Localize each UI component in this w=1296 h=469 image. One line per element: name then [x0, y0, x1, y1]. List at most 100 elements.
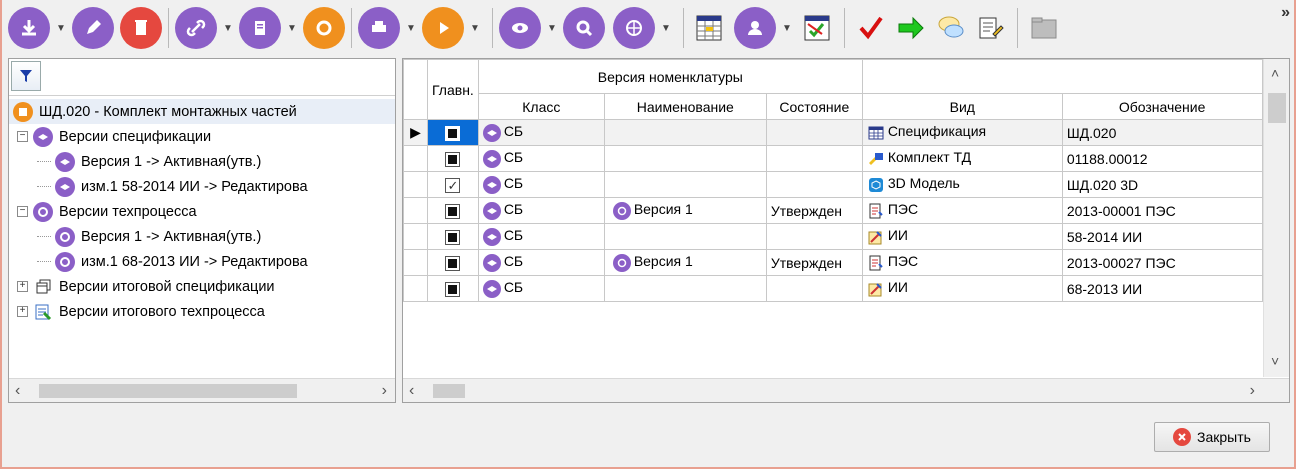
scroll-right-icon[interactable]: ›	[382, 382, 387, 400]
table-row[interactable]: СБ Версия 1 Утвержден ПЭС 2013-00027 ПЭС	[403, 249, 1263, 276]
spreadsheet-icon[interactable]	[690, 8, 730, 48]
name-cell[interactable]: Версия 1	[603, 197, 767, 224]
printer-dropdown[interactable]: ▼	[400, 7, 422, 49]
scroll-left-icon[interactable]: ‹	[15, 382, 20, 400]
checkmark-icon[interactable]	[851, 8, 891, 48]
main-version-cell[interactable]	[427, 197, 479, 224]
main-checkbox[interactable]	[445, 203, 461, 219]
link-dropdown[interactable]: ▼	[217, 7, 239, 49]
class-cell[interactable]: СБ	[477, 119, 605, 146]
expand-icon[interactable]: +	[17, 281, 28, 292]
main-version-cell[interactable]	[427, 249, 479, 276]
kind-cell[interactable]: ПЭС	[861, 249, 1063, 276]
state-cell[interactable]: Утвержден	[765, 197, 863, 224]
kind-cell[interactable]: Комплект ТД	[861, 145, 1063, 172]
table-row[interactable]: СБ Комплект ТД 01188.00012	[403, 145, 1263, 172]
eye-dropdown[interactable]: ▼	[541, 7, 563, 49]
collapse-icon[interactable]: −	[17, 131, 28, 142]
kind-cell[interactable]: ПЭС	[861, 197, 1063, 224]
filter-icon[interactable]	[11, 61, 41, 91]
main-version-cell[interactable]	[427, 223, 479, 250]
state-cell[interactable]	[765, 171, 863, 198]
tree-node-root[interactable]: ШД.020 - Комплект монтажных частей	[9, 99, 395, 124]
class-cell[interactable]: СБ	[477, 197, 605, 224]
chat-bubble-icon[interactable]	[931, 8, 971, 48]
main-checkbox[interactable]: ✓	[445, 177, 461, 193]
state-cell[interactable]	[765, 275, 863, 302]
checklist-icon[interactable]	[798, 8, 838, 48]
clipboard-icon[interactable]	[239, 7, 281, 49]
column-header-name[interactable]: Наименование	[603, 93, 767, 120]
kind-cell[interactable]: Спецификация	[861, 119, 1063, 146]
scroll-down-icon[interactable]: ˅	[1271, 353, 1279, 369]
name-cell[interactable]: Версия 1	[603, 249, 767, 276]
main-checkbox[interactable]	[445, 229, 461, 245]
globe-icon[interactable]	[613, 7, 655, 49]
table-row[interactable]: СБ ИИ 68-2013 ИИ	[403, 275, 1263, 302]
user-dropdown[interactable]: ▼	[776, 7, 798, 49]
name-cell[interactable]	[603, 145, 767, 172]
class-cell[interactable]: СБ	[477, 275, 605, 302]
clipboard-dropdown[interactable]: ▼	[281, 7, 303, 49]
name-cell[interactable]	[603, 275, 767, 302]
main-checkbox[interactable]	[445, 125, 461, 141]
download-dropdown[interactable]: ▼	[50, 7, 72, 49]
toolbar-overflow-icon[interactable]: »	[1281, 4, 1290, 22]
eye-icon[interactable]	[499, 7, 541, 49]
scroll-thumb[interactable]	[433, 384, 465, 398]
document-edit-icon[interactable]	[971, 8, 1011, 48]
trash-icon[interactable]	[120, 7, 162, 49]
table-row[interactable]: ✓ СБ 3D Модель ШД.020 3D	[403, 171, 1263, 198]
table-row[interactable]: СБ ИИ 58-2014 ИИ	[403, 223, 1263, 250]
tree-node-tech-version-1[interactable]: Версия 1 -> Активная(утв.)	[9, 224, 395, 249]
kind-cell[interactable]: 3D Модель	[861, 171, 1063, 198]
link-icon[interactable]	[175, 7, 217, 49]
column-header-code[interactable]: Обозначение	[1061, 93, 1263, 120]
expand-icon[interactable]: +	[17, 306, 28, 317]
folder-icon[interactable]	[1024, 8, 1064, 48]
user-icon[interactable]	[734, 7, 776, 49]
kind-cell[interactable]: ИИ	[861, 223, 1063, 250]
main-checkbox[interactable]	[445, 281, 461, 297]
main-version-cell[interactable]	[427, 145, 479, 172]
magnifier-icon[interactable]	[563, 7, 605, 49]
column-header-class[interactable]: Класс	[477, 93, 605, 120]
class-cell[interactable]: СБ	[477, 171, 605, 198]
scroll-right-icon[interactable]: ›	[1250, 382, 1255, 400]
code-cell[interactable]: ШД.020 3D	[1061, 171, 1263, 198]
main-checkbox[interactable]	[445, 255, 461, 271]
state-cell[interactable]	[765, 119, 863, 146]
class-cell[interactable]: СБ	[477, 145, 605, 172]
code-cell[interactable]: 01188.00012	[1061, 145, 1263, 172]
code-cell[interactable]: 2013-00001 ПЭС	[1061, 197, 1263, 224]
main-version-cell[interactable]	[427, 275, 479, 302]
state-cell[interactable]	[765, 223, 863, 250]
refresh-icon[interactable]	[303, 7, 345, 49]
code-cell[interactable]: ШД.020	[1061, 119, 1263, 146]
main-checkbox[interactable]	[445, 151, 461, 167]
name-cell[interactable]	[603, 119, 767, 146]
tree-node-total-tech[interactable]: + Версии итогового техпроцесса	[9, 299, 395, 324]
scroll-left-icon[interactable]: ‹	[409, 382, 414, 400]
pencil-icon[interactable]	[72, 7, 114, 49]
download-icon[interactable]	[8, 7, 50, 49]
table-row[interactable]: СБ Версия 1 Утвержден ПЭС 2013-00001 ПЭС	[403, 197, 1263, 224]
tree-node-tech-versions[interactable]: − Версии техпроцесса	[9, 199, 395, 224]
tree-node-spec-versions[interactable]: − Версии спецификации	[9, 124, 395, 149]
grid-vertical-scrollbar[interactable]: ˄ ˅	[1263, 59, 1289, 377]
play-dropdown[interactable]: ▼	[464, 7, 486, 49]
table-row[interactable]: ▶ СБ Спецификация ШД.020	[403, 119, 1263, 146]
scroll-thumb[interactable]	[39, 384, 297, 398]
kind-cell[interactable]: ИИ	[861, 275, 1063, 302]
scroll-up-icon[interactable]: ˄	[1271, 65, 1279, 81]
code-cell[interactable]: 58-2014 ИИ	[1061, 223, 1263, 250]
tree-node-spec-version-1[interactable]: Версия 1 -> Активная(утв.)	[9, 149, 395, 174]
column-header-state[interactable]: Состояние	[765, 93, 863, 120]
grid-horizontal-scrollbar[interactable]: ‹ ›	[403, 378, 1289, 402]
code-cell[interactable]: 68-2013 ИИ	[1061, 275, 1263, 302]
name-cell[interactable]	[603, 223, 767, 250]
globe-dropdown[interactable]: ▼	[655, 7, 677, 49]
tree-horizontal-scrollbar[interactable]: ‹ ›	[9, 378, 395, 402]
arrow-right-icon[interactable]	[891, 8, 931, 48]
tree-node-spec-version-2[interactable]: изм.1 58-2014 ИИ -> Редактирова	[9, 174, 395, 199]
